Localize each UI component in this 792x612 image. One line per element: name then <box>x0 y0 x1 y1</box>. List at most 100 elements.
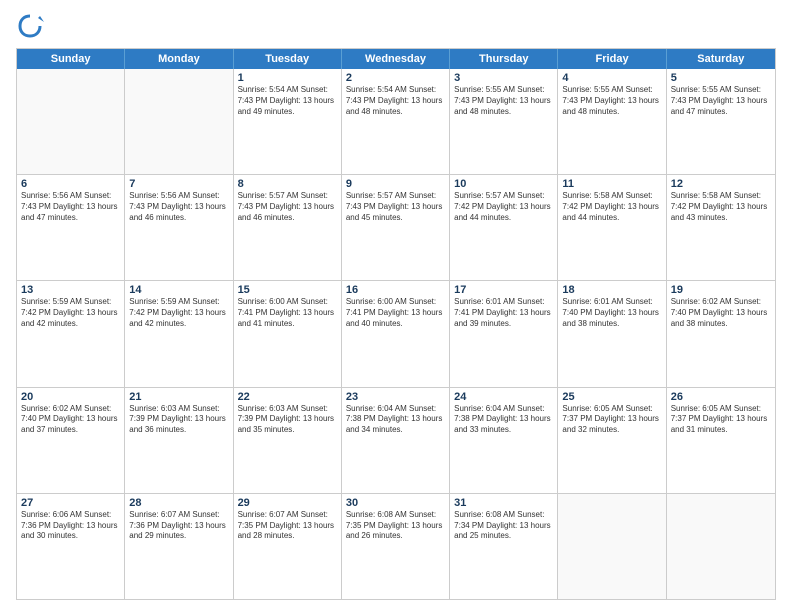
day-number: 25 <box>562 391 661 403</box>
calendar-week-row: 20Sunrise: 6:02 AM Sunset: 7:40 PM Dayli… <box>17 388 775 494</box>
day-number: 15 <box>238 284 337 296</box>
day-number: 21 <box>129 391 228 403</box>
calendar-cell: 9Sunrise: 5:57 AM Sunset: 7:43 PM Daylig… <box>342 175 450 280</box>
day-of-week-header: Monday <box>125 49 233 69</box>
calendar-cell: 3Sunrise: 5:55 AM Sunset: 7:43 PM Daylig… <box>450 69 558 174</box>
day-of-week-header: Wednesday <box>342 49 450 69</box>
calendar-cell: 2Sunrise: 5:54 AM Sunset: 7:43 PM Daylig… <box>342 69 450 174</box>
day-number: 23 <box>346 391 445 403</box>
day-number: 14 <box>129 284 228 296</box>
day-info: Sunrise: 5:55 AM Sunset: 7:43 PM Dayligh… <box>671 85 771 117</box>
day-info: Sunrise: 6:04 AM Sunset: 7:38 PM Dayligh… <box>454 404 553 436</box>
day-number: 1 <box>238 72 337 84</box>
day-of-week-header: Thursday <box>450 49 558 69</box>
calendar-cell: 19Sunrise: 6:02 AM Sunset: 7:40 PM Dayli… <box>667 281 775 386</box>
day-info: Sunrise: 6:01 AM Sunset: 7:41 PM Dayligh… <box>454 297 553 329</box>
calendar: SundayMondayTuesdayWednesdayThursdayFrid… <box>16 48 776 600</box>
calendar-cell: 28Sunrise: 6:07 AM Sunset: 7:36 PM Dayli… <box>125 494 233 599</box>
calendar-cell: 8Sunrise: 5:57 AM Sunset: 7:43 PM Daylig… <box>234 175 342 280</box>
day-info: Sunrise: 6:07 AM Sunset: 7:35 PM Dayligh… <box>238 510 337 542</box>
day-info: Sunrise: 6:07 AM Sunset: 7:36 PM Dayligh… <box>129 510 228 542</box>
day-info: Sunrise: 6:05 AM Sunset: 7:37 PM Dayligh… <box>671 404 771 436</box>
day-number: 4 <box>562 72 661 84</box>
day-number: 27 <box>21 497 120 509</box>
calendar-cell: 22Sunrise: 6:03 AM Sunset: 7:39 PM Dayli… <box>234 388 342 493</box>
calendar-cell: 26Sunrise: 6:05 AM Sunset: 7:37 PM Dayli… <box>667 388 775 493</box>
day-number: 11 <box>562 178 661 190</box>
day-info: Sunrise: 5:59 AM Sunset: 7:42 PM Dayligh… <box>129 297 228 329</box>
day-number: 18 <box>562 284 661 296</box>
calendar-cell: 6Sunrise: 5:56 AM Sunset: 7:43 PM Daylig… <box>17 175 125 280</box>
day-of-week-header: Friday <box>558 49 666 69</box>
day-info: Sunrise: 5:59 AM Sunset: 7:42 PM Dayligh… <box>21 297 120 329</box>
day-info: Sunrise: 5:55 AM Sunset: 7:43 PM Dayligh… <box>562 85 661 117</box>
logo-icon <box>16 12 44 40</box>
day-info: Sunrise: 6:00 AM Sunset: 7:41 PM Dayligh… <box>238 297 337 329</box>
day-number: 2 <box>346 72 445 84</box>
calendar-cell: 4Sunrise: 5:55 AM Sunset: 7:43 PM Daylig… <box>558 69 666 174</box>
day-info: Sunrise: 6:03 AM Sunset: 7:39 PM Dayligh… <box>129 404 228 436</box>
calendar-cell: 5Sunrise: 5:55 AM Sunset: 7:43 PM Daylig… <box>667 69 775 174</box>
day-number: 29 <box>238 497 337 509</box>
day-number: 10 <box>454 178 553 190</box>
day-of-week-header: Tuesday <box>234 49 342 69</box>
calendar-cell: 16Sunrise: 6:00 AM Sunset: 7:41 PM Dayli… <box>342 281 450 386</box>
day-info: Sunrise: 5:54 AM Sunset: 7:43 PM Dayligh… <box>238 85 337 117</box>
calendar-cell: 31Sunrise: 6:08 AM Sunset: 7:34 PM Dayli… <box>450 494 558 599</box>
calendar-week-row: 27Sunrise: 6:06 AM Sunset: 7:36 PM Dayli… <box>17 494 775 599</box>
day-number: 19 <box>671 284 771 296</box>
day-info: Sunrise: 5:56 AM Sunset: 7:43 PM Dayligh… <box>21 191 120 223</box>
day-info: Sunrise: 5:54 AM Sunset: 7:43 PM Dayligh… <box>346 85 445 117</box>
day-info: Sunrise: 5:55 AM Sunset: 7:43 PM Dayligh… <box>454 85 553 117</box>
day-info: Sunrise: 5:58 AM Sunset: 7:42 PM Dayligh… <box>562 191 661 223</box>
calendar-body: 1Sunrise: 5:54 AM Sunset: 7:43 PM Daylig… <box>17 69 775 599</box>
day-info: Sunrise: 6:00 AM Sunset: 7:41 PM Dayligh… <box>346 297 445 329</box>
day-of-week-header: Sunday <box>17 49 125 69</box>
day-info: Sunrise: 5:57 AM Sunset: 7:43 PM Dayligh… <box>346 191 445 223</box>
day-number: 16 <box>346 284 445 296</box>
day-number: 5 <box>671 72 771 84</box>
day-info: Sunrise: 6:02 AM Sunset: 7:40 PM Dayligh… <box>21 404 120 436</box>
day-number: 12 <box>671 178 771 190</box>
day-info: Sunrise: 6:05 AM Sunset: 7:37 PM Dayligh… <box>562 404 661 436</box>
calendar-cell: 24Sunrise: 6:04 AM Sunset: 7:38 PM Dayli… <box>450 388 558 493</box>
day-info: Sunrise: 6:02 AM Sunset: 7:40 PM Dayligh… <box>671 297 771 329</box>
calendar-cell: 14Sunrise: 5:59 AM Sunset: 7:42 PM Dayli… <box>125 281 233 386</box>
day-info: Sunrise: 5:58 AM Sunset: 7:42 PM Dayligh… <box>671 191 771 223</box>
day-number: 17 <box>454 284 553 296</box>
calendar-cell: 12Sunrise: 5:58 AM Sunset: 7:42 PM Dayli… <box>667 175 775 280</box>
day-info: Sunrise: 5:56 AM Sunset: 7:43 PM Dayligh… <box>129 191 228 223</box>
calendar-cell: 17Sunrise: 6:01 AM Sunset: 7:41 PM Dayli… <box>450 281 558 386</box>
header <box>16 12 776 40</box>
calendar-cell: 29Sunrise: 6:07 AM Sunset: 7:35 PM Dayli… <box>234 494 342 599</box>
day-number: 8 <box>238 178 337 190</box>
calendar-cell: 15Sunrise: 6:00 AM Sunset: 7:41 PM Dayli… <box>234 281 342 386</box>
day-number: 22 <box>238 391 337 403</box>
day-number: 31 <box>454 497 553 509</box>
calendar-cell: 11Sunrise: 5:58 AM Sunset: 7:42 PM Dayli… <box>558 175 666 280</box>
page: SundayMondayTuesdayWednesdayThursdayFrid… <box>0 0 792 612</box>
calendar-cell <box>125 69 233 174</box>
calendar-cell: 7Sunrise: 5:56 AM Sunset: 7:43 PM Daylig… <box>125 175 233 280</box>
calendar-cell <box>667 494 775 599</box>
logo <box>16 12 48 40</box>
calendar-cell: 25Sunrise: 6:05 AM Sunset: 7:37 PM Dayli… <box>558 388 666 493</box>
day-number: 24 <box>454 391 553 403</box>
calendar-cell: 21Sunrise: 6:03 AM Sunset: 7:39 PM Dayli… <box>125 388 233 493</box>
day-number: 13 <box>21 284 120 296</box>
calendar-cell <box>17 69 125 174</box>
calendar-week-row: 13Sunrise: 5:59 AM Sunset: 7:42 PM Dayli… <box>17 281 775 387</box>
day-number: 26 <box>671 391 771 403</box>
day-info: Sunrise: 5:57 AM Sunset: 7:42 PM Dayligh… <box>454 191 553 223</box>
calendar-cell: 1Sunrise: 5:54 AM Sunset: 7:43 PM Daylig… <box>234 69 342 174</box>
calendar-week-row: 6Sunrise: 5:56 AM Sunset: 7:43 PM Daylig… <box>17 175 775 281</box>
day-number: 28 <box>129 497 228 509</box>
day-info: Sunrise: 6:03 AM Sunset: 7:39 PM Dayligh… <box>238 404 337 436</box>
day-number: 6 <box>21 178 120 190</box>
day-info: Sunrise: 5:57 AM Sunset: 7:43 PM Dayligh… <box>238 191 337 223</box>
calendar-cell: 23Sunrise: 6:04 AM Sunset: 7:38 PM Dayli… <box>342 388 450 493</box>
day-number: 9 <box>346 178 445 190</box>
day-of-week-header: Saturday <box>667 49 775 69</box>
calendar-cell: 30Sunrise: 6:08 AM Sunset: 7:35 PM Dayli… <box>342 494 450 599</box>
day-info: Sunrise: 6:08 AM Sunset: 7:35 PM Dayligh… <box>346 510 445 542</box>
